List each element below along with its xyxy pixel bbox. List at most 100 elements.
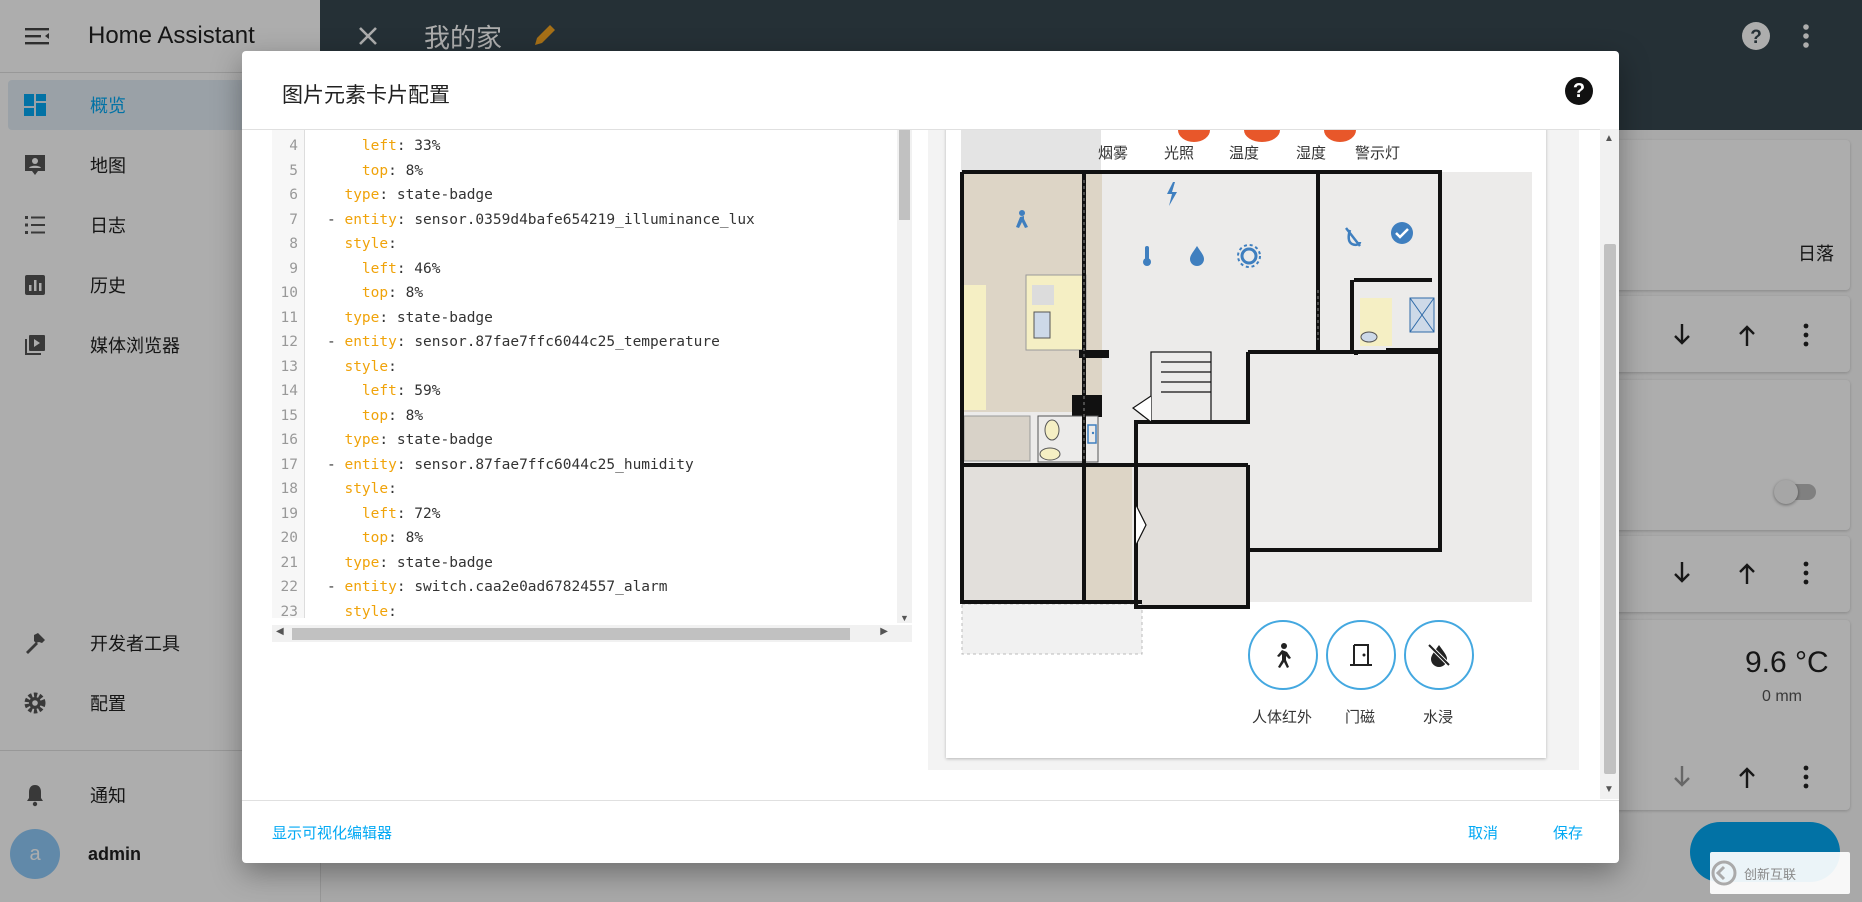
- watermark-text: 创新互联: [1744, 866, 1797, 882]
- line-number: 6: [289, 187, 298, 203]
- yaml-colon: :: [396, 334, 406, 350]
- yaml-value: 8%: [396, 285, 424, 301]
- yaml-colon: :: [396, 211, 406, 228]
- line-number: 18: [280, 481, 298, 497]
- water-off-icon: [1427, 643, 1451, 667]
- code-indent: -: [327, 211, 345, 228]
- yaml-value: 8%: [396, 162, 424, 179]
- badge-label-humidity: 湿度: [1296, 145, 1327, 162]
- line-number: 4: [289, 138, 298, 154]
- yaml-key: type: [344, 187, 380, 203]
- line-number: 5: [289, 162, 298, 179]
- yaml-key: entity: [344, 211, 397, 228]
- code-text: top: 8%: [327, 404, 423, 429]
- line-number: 22: [280, 579, 298, 595]
- card-config-dialog: 图片元素卡片配置 ? 4 left: 33% 5 top: 8% 6 type: s…: [242, 51, 1619, 863]
- yaml-colon: :: [388, 530, 397, 546]
- door-icon: [1350, 644, 1372, 666]
- yaml-key: type: [344, 309, 380, 326]
- line-number: 7: [289, 211, 298, 228]
- code-text: - entity: sensor.87fae7ffc6044c25_humidi…: [327, 453, 694, 478]
- show-visual-editor-button[interactable]: 显示可视化编辑器: [272, 822, 392, 843]
- code-text: style:: [327, 232, 397, 257]
- yaml-colon: :: [379, 432, 389, 448]
- yaml-colon: :: [396, 579, 406, 595]
- card-preview: 烟雾 光照 温度 湿度 警示灯 人体红外 门磁 水浸: [928, 130, 1579, 770]
- water-leak-button[interactable]: [1404, 620, 1474, 690]
- door-sensor-label: 门磁: [1345, 709, 1376, 726]
- line-number: 13: [280, 358, 298, 375]
- yaml-key: entity: [344, 579, 397, 595]
- editor-horizontal-scrollbar[interactable]: ◀ ▶: [272, 625, 912, 642]
- yaml-key: entity: [344, 334, 397, 350]
- yaml-value: sensor.87fae7ffc6044c25_temperature: [405, 334, 720, 350]
- help-icon[interactable]: ?: [1565, 77, 1593, 105]
- yaml-key: top: [361, 285, 389, 301]
- yaml-colon: :: [396, 138, 406, 154]
- code-indent: -: [327, 579, 345, 595]
- code-indent: -: [327, 334, 345, 350]
- dialog-vertical-scrollbar[interactable]: ▲ ▼: [1600, 129, 1619, 799]
- line-number: 8: [289, 236, 298, 252]
- yaml-colon: :: [379, 554, 389, 571]
- yaml-key: left: [361, 260, 397, 277]
- yaml-colon: :: [388, 358, 397, 375]
- yaml-key: top: [361, 407, 389, 424]
- picture-elements-card: 烟雾 光照 温度 湿度 警示灯 人体红外 门磁 水浸: [946, 130, 1546, 758]
- line-number: 20: [280, 530, 298, 546]
- yaml-code-editor[interactable]: 4 left: 33% 5 top: 8% 6 type: state-badge 7…: [272, 130, 912, 698]
- code-text: type: state-badge: [327, 306, 492, 331]
- yaml-colon: :: [379, 309, 389, 326]
- yaml-key: top: [361, 530, 389, 546]
- yaml-colon: :: [396, 260, 406, 277]
- code-text: type: state-badge: [327, 428, 492, 453]
- code-text: type: state-badge: [327, 183, 492, 208]
- watermark-icon: [1711, 860, 1737, 886]
- yaml-key: style: [344, 358, 389, 375]
- walk-icon: [1277, 643, 1291, 668]
- yaml-colon: :: [396, 505, 406, 522]
- yaml-key: top: [361, 162, 389, 179]
- yaml-key: left: [361, 138, 397, 154]
- yaml-key: left: [361, 383, 397, 399]
- door-sensor-button[interactable]: [1326, 620, 1396, 690]
- editor-vertical-scrollbar[interactable]: ▼: [897, 130, 912, 623]
- yaml-colon: :: [396, 383, 406, 399]
- cancel-button[interactable]: 取消: [1468, 822, 1498, 843]
- yaml-value: sensor.0359d4bafe654219_illuminance_lux: [405, 211, 755, 228]
- badge-label-illuminance: 光照: [1164, 145, 1195, 162]
- yaml-colon: :: [388, 285, 397, 301]
- code-text: left: 72%: [327, 502, 441, 527]
- save-button[interactable]: 保存: [1553, 822, 1583, 843]
- watermark-logo: 创新互联: [1710, 852, 1850, 894]
- code-text: top: 8%: [327, 281, 423, 306]
- yaml-colon: :: [388, 603, 397, 620]
- line-number: 21: [280, 554, 298, 571]
- code-text: left: 59%: [327, 379, 441, 404]
- yaml-value: 8%: [396, 530, 424, 546]
- yaml-value: 72%: [405, 505, 441, 522]
- yaml-value: sensor.87fae7ffc6044c25_humidity: [405, 456, 694, 473]
- yaml-colon: :: [388, 481, 397, 497]
- code-text: top: 8%: [327, 526, 423, 551]
- code-text: left: 46%: [327, 257, 441, 282]
- motion-sensor-button[interactable]: [1248, 620, 1318, 690]
- yaml-key: style: [344, 481, 389, 497]
- line-number: 16: [280, 432, 298, 448]
- line-number: 11: [280, 309, 298, 326]
- dialog-content: 4 left: 33% 5 top: 8% 6 type: state-badge 7…: [242, 129, 1619, 801]
- yaml-colon: :: [388, 162, 397, 179]
- line-number: 14: [280, 383, 298, 399]
- yaml-colon: :: [396, 456, 406, 473]
- yaml-colon: :: [388, 236, 397, 252]
